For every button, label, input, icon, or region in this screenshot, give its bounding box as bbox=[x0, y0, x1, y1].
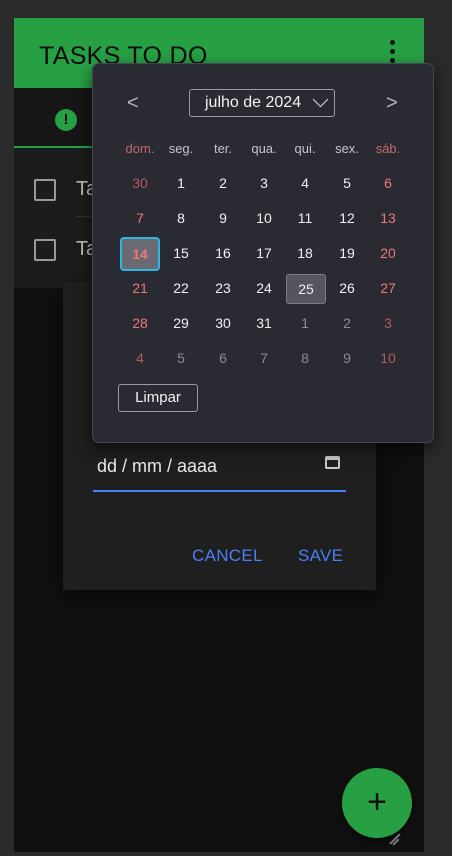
calendar-day[interactable]: 23 bbox=[204, 274, 242, 302]
calendar-day[interactable]: 5 bbox=[328, 169, 366, 197]
calendar-day[interactable]: 18 bbox=[286, 239, 324, 267]
calendar-day[interactable]: 12 bbox=[328, 204, 366, 232]
calendar-day[interactable]: 26 bbox=[328, 274, 366, 302]
weekday-header: dom. bbox=[125, 141, 155, 156]
calendar-day[interactable]: 14 bbox=[120, 237, 160, 271]
calendar-day[interactable]: 1 bbox=[162, 169, 200, 197]
calendar-day[interactable]: 30 bbox=[121, 169, 159, 197]
calendar-day[interactable]: 10 bbox=[245, 204, 283, 232]
date-picker-popup: < julho de 2024 > Limpar dom. seg. ter. qua… bbox=[92, 63, 434, 443]
calendar-day[interactable]: 21 bbox=[121, 274, 159, 302]
calendar-day[interactable]: 9 bbox=[204, 204, 242, 232]
calendar-day[interactable]: 3 bbox=[369, 309, 407, 337]
weekday-header: ter. bbox=[213, 141, 233, 156]
calendar-day[interactable]: 6 bbox=[204, 344, 242, 372]
calendar-day[interactable]: 17 bbox=[245, 239, 283, 267]
save-button[interactable]: SAVE bbox=[298, 546, 343, 566]
calendar-day[interactable]: 15 bbox=[162, 239, 200, 267]
weekday-header: sex. bbox=[335, 141, 359, 156]
chevron-down-icon bbox=[312, 91, 329, 108]
calendar-day[interactable]: 8 bbox=[162, 204, 200, 232]
calendar-day[interactable]: 7 bbox=[121, 204, 159, 232]
add-task-button[interactable]: + bbox=[342, 768, 412, 838]
calendar-day[interactable]: 9 bbox=[328, 344, 366, 372]
calendar-day[interactable]: 28 bbox=[121, 309, 159, 337]
month-select[interactable]: julho de 2024 bbox=[189, 89, 335, 117]
calendar-day[interactable]: 8 bbox=[286, 344, 324, 372]
calendar-icon[interactable] bbox=[325, 456, 340, 469]
alert-icon[interactable]: ! bbox=[55, 109, 77, 131]
next-month-icon[interactable]: > bbox=[386, 92, 398, 115]
calendar-day[interactable]: 29 bbox=[162, 309, 200, 337]
calendar-day[interactable]: 30 bbox=[204, 309, 242, 337]
task-checkbox[interactable] bbox=[34, 239, 56, 261]
calendar-day[interactable]: 3 bbox=[245, 169, 283, 197]
clear-button[interactable]: Limpar bbox=[118, 384, 198, 412]
weekday-header: qui. bbox=[294, 141, 316, 156]
calendar-day[interactable]: 1 bbox=[286, 309, 324, 337]
cancel-button[interactable]: CANCEL bbox=[192, 546, 263, 566]
date-field[interactable]: dd / mm / aaaa bbox=[93, 442, 346, 492]
date-field-value: dd / mm / aaaa bbox=[97, 456, 218, 476]
calendar-day[interactable]: 2 bbox=[204, 169, 242, 197]
calendar-day[interactable]: 6 bbox=[369, 169, 407, 197]
weekday-header: sáb. bbox=[375, 141, 401, 156]
calendar-day[interactable]: 13 bbox=[369, 204, 407, 232]
calendar-day[interactable]: 2 bbox=[328, 309, 366, 337]
prev-month-icon[interactable]: < bbox=[127, 92, 139, 115]
resize-handle-icon[interactable] bbox=[386, 832, 401, 846]
calendar-day[interactable]: 4 bbox=[121, 344, 159, 372]
calendar-day[interactable]: 20 bbox=[369, 239, 407, 267]
weekday-header: qua. bbox=[251, 141, 277, 156]
calendar-day[interactable]: 25 bbox=[286, 274, 326, 304]
calendar-day[interactable]: 16 bbox=[204, 239, 242, 267]
calendar-day[interactable]: 22 bbox=[162, 274, 200, 302]
calendar-day[interactable]: 27 bbox=[369, 274, 407, 302]
calendar-day[interactable]: 19 bbox=[328, 239, 366, 267]
calendar-day[interactable]: 4 bbox=[286, 169, 324, 197]
task-checkbox[interactable] bbox=[34, 179, 56, 201]
calendar-day[interactable]: 5 bbox=[162, 344, 200, 372]
calendar-day[interactable]: 24 bbox=[245, 274, 283, 302]
calendar-day[interactable]: 7 bbox=[245, 344, 283, 372]
weekday-header: seg. bbox=[168, 141, 194, 156]
calendar-day[interactable]: 11 bbox=[286, 204, 324, 232]
calendar-day[interactable]: 10 bbox=[369, 344, 407, 372]
month-select-label: julho de 2024 bbox=[205, 94, 302, 111]
calendar-day[interactable]: 31 bbox=[245, 309, 283, 337]
